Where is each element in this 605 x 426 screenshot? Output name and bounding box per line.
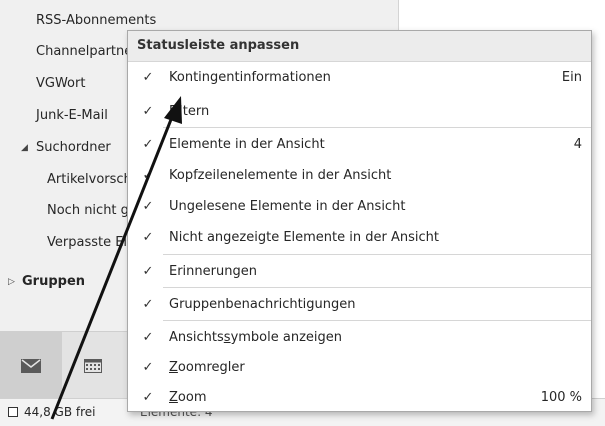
menu-item-label: Filtern [169, 104, 210, 119]
expand-triangle-icon[interactable]: ▷ [8, 270, 15, 294]
quota-info: 44,8 GB frei [24, 405, 96, 419]
menu-item-label: Elemente in der Ansicht [169, 137, 325, 152]
mail-nav-button[interactable] [0, 332, 62, 399]
folder-label: Suchordner [36, 140, 111, 155]
menu-item-elemente-in-der-ansicht[interactable]: ✓ Elemente in der Ansicht 4 [128, 129, 591, 160]
menu-separator [163, 127, 591, 128]
menu-item-kopfzeilenelemente[interactable]: ✓ Kopfzeilenelemente in der Ansicht [128, 160, 591, 191]
menu-item-zoom[interactable]: ✓ Zoom 100 % [128, 382, 591, 413]
quota-indicator-icon [8, 407, 18, 417]
customize-status-bar-menu: Statusleiste anpassen ✓ Kontingentinform… [127, 30, 592, 412]
checkmark-icon: ✓ [142, 137, 154, 152]
menu-separator [163, 254, 591, 255]
checkmark-icon: ✓ [142, 199, 154, 214]
menu-item-filtern[interactable]: ✓ Filtern [128, 96, 591, 127]
menu-item-nicht-angezeigte-elemente[interactable]: ✓ Nicht angezeigte Elemente in der Ansic… [128, 222, 591, 253]
folder-label: RSS-Abonnements [36, 13, 157, 28]
menu-item-label: Zoom [169, 390, 207, 405]
menu-item-label: Zoomregler [169, 360, 245, 375]
checkmark-icon: ✓ [142, 230, 154, 245]
menu-item-kontingentinformationen[interactable]: ✓ Kontingentinformationen Ein [128, 62, 591, 93]
menu-item-label: Gruppenbenachrichtigungen [169, 297, 356, 312]
menu-item-erinnerungen[interactable]: ✓ Erinnerungen [128, 256, 591, 287]
calendar-icon [84, 358, 102, 373]
folder-label: VGWort [36, 76, 86, 91]
folder-label: Channelpartner [36, 44, 138, 59]
checkmark-icon: ✓ [142, 330, 154, 345]
menu-item-value: 100 % [540, 390, 582, 405]
menu-item-label: Erinnerungen [169, 264, 257, 279]
checkmark-icon: ✓ [142, 168, 154, 183]
checkmark-icon: ✓ [142, 297, 154, 312]
checkmark-icon: ✓ [142, 104, 154, 119]
menu-item-label: Kontingentinformationen [169, 70, 331, 85]
menu-separator [163, 320, 591, 321]
collapse-triangle-icon[interactable]: ◢ [21, 136, 28, 160]
menu-item-value: Ein [561, 70, 582, 85]
folder-label: Junk-E-Mail [36, 108, 108, 123]
checkmark-icon: ✓ [142, 390, 154, 405]
checkmark-icon: ✓ [142, 264, 154, 279]
menu-item-label: Ungelesene Elemente in der Ansicht [169, 199, 406, 214]
checkmark-icon: ✓ [142, 360, 154, 375]
calendar-nav-button[interactable] [62, 332, 124, 399]
menu-item-label: Kopfzeilenelemente in der Ansicht [169, 168, 392, 183]
menu-title: Statusleiste anpassen [128, 31, 591, 62]
menu-item-ungelesene-elemente[interactable]: ✓ Ungelesene Elemente in der Ansicht [128, 191, 591, 222]
checkmark-icon: ✓ [142, 70, 154, 85]
menu-item-label: Ansichtssymbole anzeigen [169, 330, 342, 345]
menu-item-ansichtssymbole[interactable]: ✓ Ansichtssymbole anzeigen [128, 322, 591, 353]
menu-item-zoomregler[interactable]: ✓ Zoomregler [128, 352, 591, 383]
menu-item-value: 4 [573, 137, 582, 152]
menu-item-label: Nicht angezeigte Elemente in der Ansicht [169, 230, 439, 245]
menu-separator [163, 287, 591, 288]
menu-item-gruppenbenachrichtigungen[interactable]: ✓ Gruppenbenachrichtigungen [128, 289, 591, 320]
folder-label: Gruppen [22, 274, 86, 289]
mail-icon [21, 358, 41, 373]
